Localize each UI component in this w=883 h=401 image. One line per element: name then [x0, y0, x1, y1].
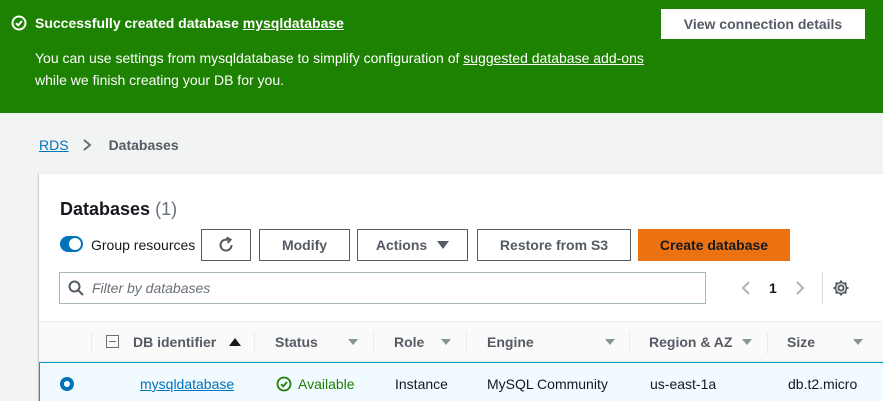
success-check-icon — [11, 15, 27, 31]
group-resources-label: Group resources — [91, 237, 196, 253]
chevron-right-icon — [82, 139, 92, 151]
group-resources-toggle[interactable] — [60, 236, 83, 252]
column-db-identifier[interactable]: DB identifier — [133, 322, 216, 362]
filter-bar — [59, 272, 706, 304]
create-database-button[interactable]: Create database — [638, 229, 790, 261]
sort-icon[interactable] — [441, 339, 451, 345]
column-separator — [629, 332, 630, 354]
db-identifier-link[interactable]: mysqldatabase — [140, 376, 234, 392]
column-size[interactable]: Size — [787, 322, 815, 362]
engine-cell: MySQL Community — [487, 376, 608, 392]
previous-page-icon[interactable] — [739, 280, 753, 296]
sort-icon[interactable] — [742, 339, 752, 345]
caret-down-icon — [437, 241, 450, 249]
column-separator — [373, 332, 374, 354]
search-icon — [68, 280, 84, 296]
gear-icon[interactable] — [832, 279, 850, 297]
role-cell: Instance — [395, 376, 448, 392]
modify-button[interactable]: Modify — [259, 229, 350, 261]
row-select-radio[interactable] — [60, 377, 74, 391]
breadcrumb-rds-link[interactable]: RDS — [39, 137, 69, 153]
column-engine[interactable]: Engine — [487, 322, 534, 362]
breadcrumb: RDS Databases — [39, 137, 179, 153]
flash-db-name: mysqldatabase — [242, 15, 344, 31]
column-separator — [466, 332, 467, 354]
refresh-icon — [219, 236, 233, 252]
flash-message: You can use settings from mysqldatabase … — [35, 50, 644, 88]
available-check-icon — [276, 376, 292, 392]
suggested-addons-link[interactable]: suggested database add-ons — [463, 50, 644, 66]
next-page-icon[interactable] — [793, 280, 807, 296]
view-connection-details-button[interactable]: View connection details — [661, 9, 865, 39]
sort-icon[interactable] — [348, 339, 358, 345]
sort-icon[interactable] — [605, 339, 615, 345]
pager-divider — [822, 272, 823, 304]
success-flash-banner: Successfully created database mysqldatab… — [0, 0, 883, 113]
databases-panel: Databases (1) Group resources Modify Act… — [39, 173, 883, 401]
region-cell: us-east-1a — [650, 376, 717, 392]
column-separator — [767, 332, 768, 354]
status-badge: Available — [276, 376, 355, 392]
sort-ascending-icon[interactable] — [229, 338, 241, 346]
actions-dropdown-button[interactable]: Actions — [357, 229, 468, 261]
table-header: DB identifier Status Role Engine Region … — [39, 321, 883, 362]
filter-databases-input[interactable] — [92, 280, 692, 296]
size-cell: db.t2.micro — [788, 376, 858, 392]
column-separator — [91, 332, 92, 354]
select-all-checkbox[interactable] — [106, 335, 119, 348]
breadcrumb-current: Databases — [108, 137, 179, 153]
page-title: Databases (1) — [60, 199, 178, 219]
refresh-button[interactable] — [201, 229, 251, 261]
column-status[interactable]: Status — [275, 322, 318, 362]
restore-from-s3-button[interactable]: Restore from S3 — [477, 229, 631, 261]
column-separator — [254, 332, 255, 354]
current-page-number[interactable]: 1 — [769, 280, 777, 296]
database-count: (1) — [155, 199, 178, 219]
column-role[interactable]: Role — [394, 322, 424, 362]
column-region-az[interactable]: Region & AZ — [649, 322, 732, 362]
flash-title: Successfully created database mysqldatab… — [35, 15, 344, 31]
sort-icon[interactable] — [853, 339, 863, 345]
table-row[interactable]: mysqldatabase Available Instance MySQL C… — [39, 362, 883, 401]
